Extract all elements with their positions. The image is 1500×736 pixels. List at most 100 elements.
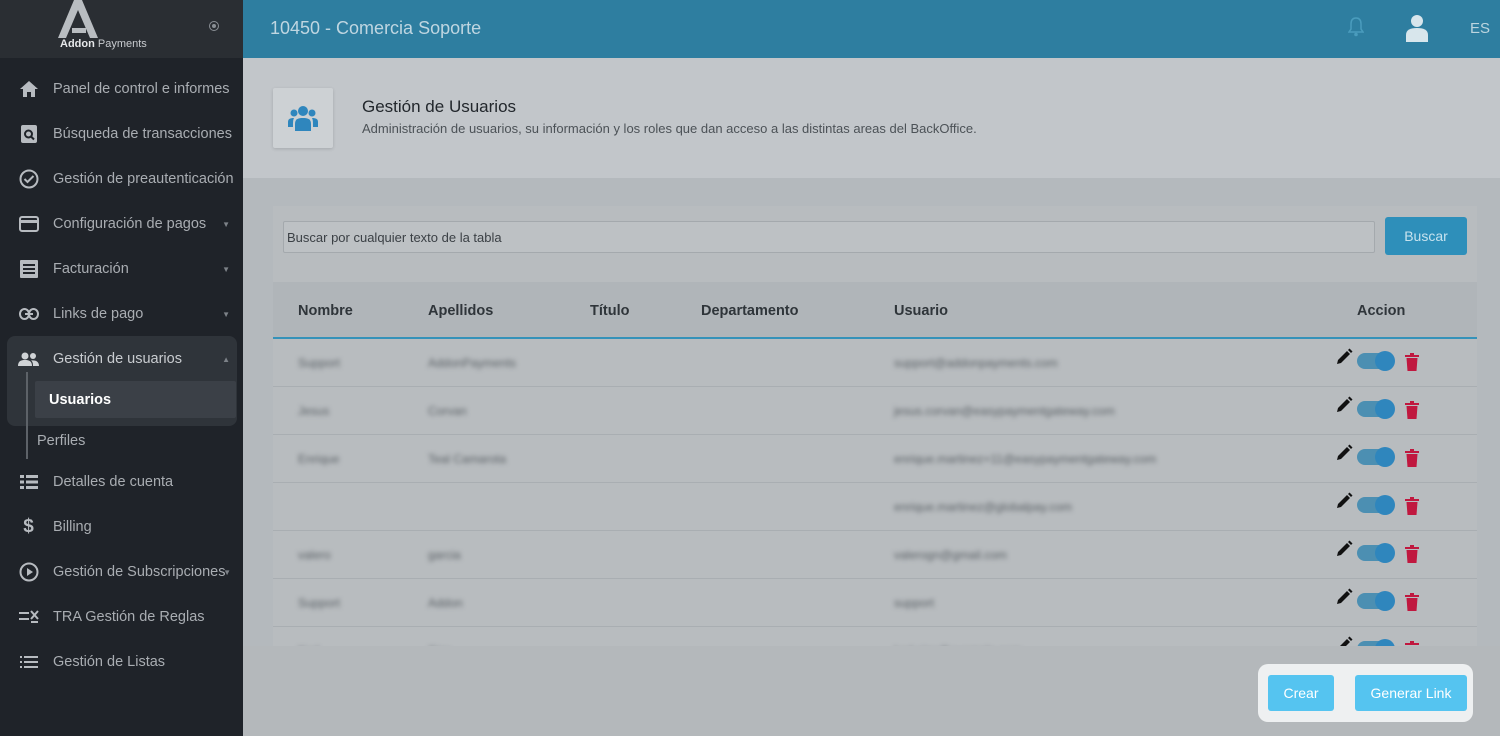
active-toggle[interactable] <box>1357 399 1395 419</box>
edit-pencil-icon[interactable] <box>1335 492 1353 510</box>
sidebar-item-label: Configuración de pagos <box>53 215 207 232</box>
active-toggle[interactable] <box>1357 543 1395 563</box>
table-row: valero garcia valerogn@gmail.com <box>273 531 1477 579</box>
logo-area: Addon Payments <box>0 0 243 58</box>
generate-link-button[interactable]: Generar Link <box>1355 675 1467 711</box>
sidebar-item-label: Gestión de Subscripciones <box>53 563 226 580</box>
page-title: Gestión de Usuarios <box>362 97 517 116</box>
row-actions <box>1335 588 1425 614</box>
brand-name: Addon Payments <box>60 38 147 50</box>
bell-icon[interactable] <box>1348 17 1364 37</box>
sidebar-item-listas[interactable]: Gestión de Listas <box>0 639 243 684</box>
brand-name-light: Payments <box>97 38 147 50</box>
sidebar-item-billing[interactable]: $ Billing <box>0 504 243 549</box>
sidebar-item-detalles[interactable]: Detalles de cuenta <box>0 459 243 504</box>
sidebar-item-subscripciones[interactable]: Gestión de Subscripciones ▼ <box>0 549 243 594</box>
top-bar: 10450 - Comercia Soporte ES <box>243 0 1500 58</box>
table-search-input[interactable]: Buscar por cualquier texto de la tabla <box>283 221 1375 253</box>
table-row: KarlSizokarl.sizo@example.com <box>273 627 1477 646</box>
cell-usuario: valerogn@gmail.com <box>894 548 1007 562</box>
merchant-title: 10450 - Comercia Soporte <box>270 18 482 38</box>
active-toggle[interactable] <box>1357 447 1395 467</box>
sidebar-item-label: Detalles de cuenta <box>53 473 174 490</box>
row-actions <box>1335 396 1425 422</box>
sidebar-subitem-usuarios[interactable]: Usuarios <box>35 381 236 418</box>
invoice-icon <box>18 258 39 279</box>
edit-pencil-icon[interactable] <box>1335 540 1353 558</box>
cell-usuario: support@addonpayments.com <box>894 356 1058 370</box>
sidebar-item-panel[interactable]: Panel de control e informes <box>0 66 243 111</box>
addon-logo-icon <box>58 0 98 38</box>
dollar-icon: $ <box>23 515 34 537</box>
cell-nombre: Enrique <box>298 452 340 466</box>
column-header-apellidos[interactable]: Apellidos <box>428 303 493 319</box>
chevron-down-icon: ▼ <box>222 265 230 274</box>
column-header-titulo[interactable]: Título <box>590 303 629 319</box>
sidebar-item-links[interactable]: Links de pago ▼ <box>0 291 243 336</box>
sidebar-item-preautenticacion[interactable]: Gestión de preautenticación <box>0 156 243 201</box>
column-header-nombre[interactable]: Nombre <box>298 303 353 319</box>
play-circle-icon <box>18 561 39 582</box>
active-toggle[interactable] <box>1357 351 1395 371</box>
brand-name-bold: Addon <box>60 38 95 50</box>
sidebar-item-tra-reglas[interactable]: TRA Gestión de Reglas <box>0 594 243 639</box>
edit-pencil-icon[interactable] <box>1335 444 1353 462</box>
sidebar-item-label: TRA Gestión de Reglas <box>53 608 205 625</box>
cell-usuario: jesus.corvan@easypaymentgateway.com <box>894 404 1115 418</box>
search-doc-icon <box>18 123 39 144</box>
sidebar: Addon Payments Panel de control e inform… <box>0 0 243 736</box>
language-selector[interactable]: ES <box>1470 20 1490 37</box>
search-button[interactable]: Buscar <box>1385 217 1467 255</box>
footer-bar: Crear Generar Link <box>243 646 1500 736</box>
sidebar-nav: Panel de control e informes Búsqueda de … <box>0 66 243 684</box>
column-header-usuario[interactable]: Usuario <box>894 303 948 319</box>
sidebar-item-gestion-usuarios[interactable]: Gestión de usuarios ▲ <box>7 336 237 381</box>
create-button[interactable]: Crear <box>1268 675 1334 711</box>
cell-apellidos: Corvan <box>428 404 467 418</box>
users-group-icon <box>273 88 333 148</box>
delete-trash-icon[interactable] <box>1405 401 1419 419</box>
users-icon <box>18 348 39 369</box>
cell-usuario: enrique.martinez+11@easypaymentgateway.c… <box>894 452 1157 466</box>
sidebar-group-usuarios: Gestión de usuarios ▲ Usuarios <box>7 336 237 426</box>
sidebar-item-facturacion[interactable]: Facturación ▼ <box>0 246 243 291</box>
sidebar-item-label: Búsqueda de transacciones <box>53 125 232 142</box>
page-subtitle: Administración de usuarios, su informaci… <box>362 121 977 136</box>
cell-apellidos: Teal Camarota <box>428 452 507 466</box>
cell-nombre: Support <box>298 596 341 610</box>
column-header-departamento[interactable]: Departamento <box>701 303 799 319</box>
cell-apellidos: AddonPayments <box>428 356 517 370</box>
user-avatar-icon[interactable] <box>1406 14 1428 42</box>
check-circle-icon <box>18 168 39 189</box>
delete-trash-icon[interactable] <box>1405 353 1419 371</box>
users-table-card: Buscar por cualquier texto de la tabla B… <box>273 206 1477 646</box>
link-icon <box>18 303 39 324</box>
row-actions <box>1335 492 1425 518</box>
sidebar-item-label: Facturación <box>53 260 129 277</box>
table-row: Jesus Corvan jesus.corvan@easypaymentgatew… <box>273 387 1477 435</box>
edit-pencil-icon[interactable] <box>1335 348 1353 366</box>
row-actions <box>1335 444 1425 470</box>
sidebar-item-configuracion[interactable]: Configuración de pagos ▼ <box>0 201 243 246</box>
column-header-accion: Accion <box>1357 303 1406 319</box>
cell-usuario: support <box>894 596 935 610</box>
active-toggle[interactable] <box>1357 591 1395 611</box>
cell-nombre: Jesus <box>298 404 330 418</box>
edit-pencil-icon[interactable] <box>1335 636 1353 646</box>
table-row: Support AddonPayments support@addonpayment… <box>273 339 1477 387</box>
sidebar-subitem-perfiles[interactable]: Perfiles <box>0 422 243 459</box>
delete-trash-icon[interactable] <box>1405 449 1419 467</box>
cell-apellidos: garcia <box>428 548 461 562</box>
delete-trash-icon[interactable] <box>1405 497 1419 515</box>
sidebar-pin-toggle[interactable] <box>209 21 219 31</box>
active-toggle[interactable] <box>1357 495 1395 515</box>
edit-pencil-icon[interactable] <box>1335 588 1353 606</box>
list-icon <box>18 651 39 672</box>
delete-trash-icon[interactable] <box>1405 593 1419 611</box>
table-row: Enrique Teal Camarota enrique.martinez+11@… <box>273 435 1477 483</box>
sidebar-item-label: Gestión de usuarios <box>53 350 182 367</box>
cell-apellidos: Addon <box>428 596 463 610</box>
sidebar-item-busqueda[interactable]: Búsqueda de transacciones <box>0 111 243 156</box>
delete-trash-icon[interactable] <box>1405 545 1419 563</box>
edit-pencil-icon[interactable] <box>1335 396 1353 414</box>
